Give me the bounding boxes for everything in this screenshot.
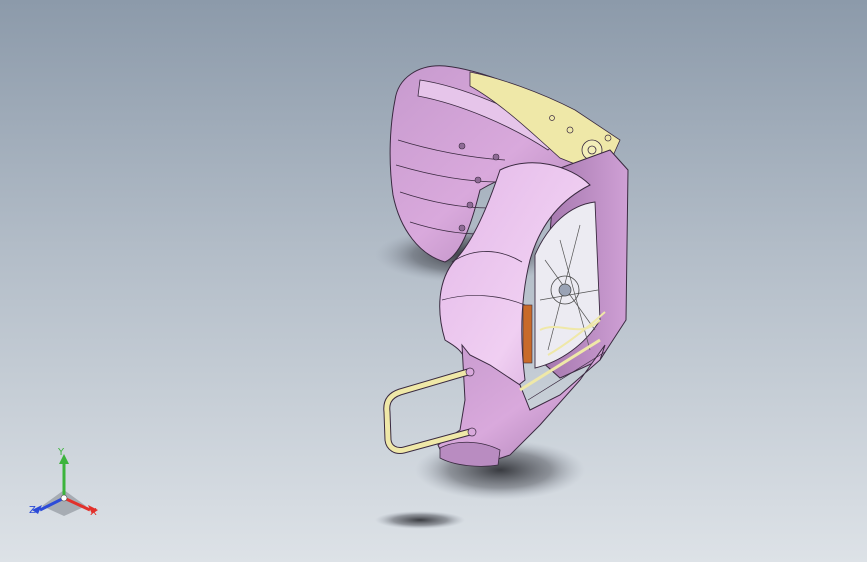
triad-origin <box>60 494 68 502</box>
hood-rivet <box>458 142 466 150</box>
z-axis-label: Z <box>29 505 36 516</box>
hood-rivet <box>474 176 482 184</box>
hood-rivet <box>492 153 500 161</box>
handle-mount <box>465 367 475 377</box>
hood-rivet <box>458 224 466 232</box>
x-axis-label: X <box>90 507 97 518</box>
internal-orange-part <box>522 304 533 364</box>
cad-viewport[interactable]: Y Z X <box>0 0 867 562</box>
handle-mount <box>467 427 477 437</box>
hood-rivet <box>466 201 474 209</box>
axis-triad: Y Z X <box>20 448 110 528</box>
floor-shadow-tail <box>375 511 465 529</box>
y-axis-label: Y <box>58 447 65 458</box>
internal-motor-core <box>558 283 572 297</box>
model-scene[interactable] <box>0 0 867 562</box>
